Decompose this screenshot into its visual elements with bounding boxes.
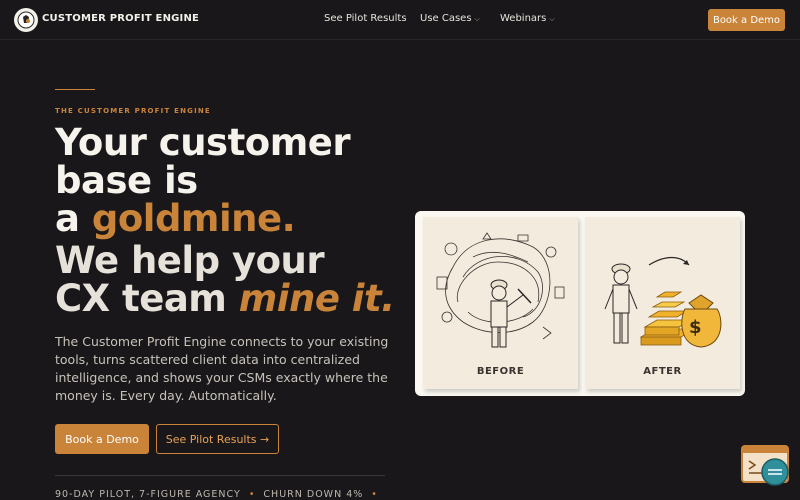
chevron-down-icon: ⌵ (549, 15, 555, 23)
after-panel: $ AFTER (585, 217, 740, 389)
after-label: AFTER (643, 366, 682, 377)
subhead-accent: mine it. (238, 277, 395, 320)
dollar-sign: $ (689, 317, 702, 338)
headline-line-2: base is (55, 159, 198, 202)
chaotic-data-miner-illustration (436, 232, 565, 348)
chevron-down-icon: ⌵ (474, 15, 480, 23)
subhead-line-1: We help your (55, 239, 325, 282)
nav-link-pilot-results[interactable]: See Pilot Results (324, 13, 407, 24)
stat-item: CHURN DOWN 4% (263, 489, 364, 500)
subhead-line-2-prefix: CX team (55, 277, 239, 320)
gold-and-money-illustration (604, 256, 722, 348)
stat-item: 90-DAY PILOT, 7-FIGURE AGENCY (55, 489, 241, 500)
hero-subheadline: We help your CX team mine it. (55, 242, 395, 318)
bullet-icon: • (248, 489, 256, 500)
before-after-illustration: BEFORE $ AFTER (415, 211, 745, 396)
chat-widget-icon[interactable] (741, 445, 791, 489)
eyebrow-rule (55, 89, 95, 90)
stats-divider (55, 475, 385, 476)
top-navigation: CUSTOMER PROFIT ENGINE See Pilot Results… (0, 0, 800, 40)
stats-bar: 90-DAY PILOT, 7-FIGURE AGENCY • CHURN DOWN… (55, 489, 386, 500)
brand-name[interactable]: CUSTOMER PROFIT ENGINE (42, 13, 199, 24)
hero-description: The Customer Profit Engine connects to y… (55, 334, 389, 403)
nav-link-webinars[interactable]: Webinars ⌵ (500, 13, 555, 24)
bullet-icon: • (371, 489, 378, 500)
headline-line-3-prefix: a (55, 197, 92, 240)
nav-book-demo-button[interactable]: Book a Demo (708, 9, 785, 31)
before-label: BEFORE (476, 366, 525, 377)
brand-logo-icon[interactable] (14, 8, 38, 32)
before-panel: BEFORE (423, 217, 578, 389)
hero-headline: Your customer base is a goldmine. (55, 121, 351, 240)
see-pilot-results-button[interactable]: See Pilot Results → (156, 424, 279, 454)
headline-accent: goldmine. (91, 197, 296, 240)
nav-link-use-cases[interactable]: Use Cases ⌵ (420, 13, 480, 24)
hero-eyebrow: THE CUSTOMER PROFIT ENGINE (55, 107, 211, 115)
headline-line-1: Your customer (55, 121, 351, 164)
book-demo-button[interactable]: Book a Demo (55, 424, 149, 454)
